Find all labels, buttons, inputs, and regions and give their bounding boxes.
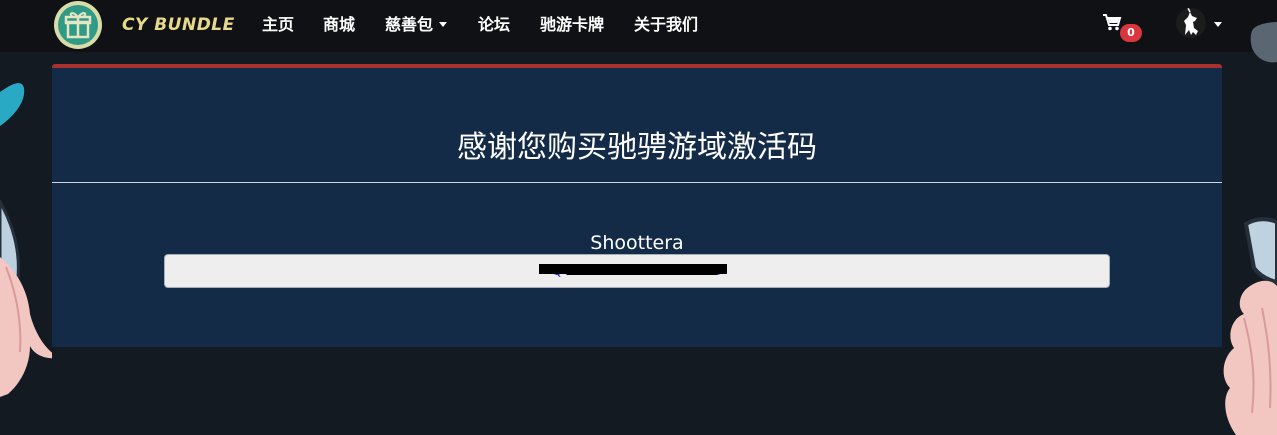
nav-home[interactable]: 主页	[262, 12, 294, 38]
left-decoration-art	[0, 83, 52, 397]
nav-charity-bundle-label: 慈善包	[385, 15, 434, 34]
right-decoration-art	[1223, 22, 1277, 435]
nav-forum[interactable]: 论坛	[478, 12, 510, 38]
nav-store-label: 商城	[323, 15, 356, 34]
nav-store[interactable]: 商城	[323, 12, 355, 38]
activation-code-panel: 感谢您购买驰骋游域激活码 Shoottera Q7EMB-AB3HF-VRE4G	[52, 64, 1222, 347]
brand-logo-gift-icon[interactable]	[54, 1, 102, 49]
unicorn-avatar-icon	[1184, 8, 1198, 35]
user-avatar[interactable]	[1176, 8, 1206, 38]
title-divider	[52, 182, 1222, 183]
activation-code-field[interactable]: Q7EMB-AB3HF-VRE4G	[164, 254, 1110, 288]
redaction-bar-lower	[567, 270, 717, 275]
nav-cards[interactable]: 驰游卡牌	[540, 12, 604, 38]
user-menu-chevron-down-icon[interactable]	[1214, 22, 1222, 27]
nav-charity-bundle[interactable]: 慈善包	[385, 12, 448, 38]
nav-home-label: 主页	[262, 15, 295, 34]
nav-about[interactable]: 关于我们	[634, 12, 698, 38]
cart-button[interactable]: 0	[1102, 13, 1144, 43]
page-title: 感谢您购买驰骋游域激活码	[457, 130, 817, 165]
cart-icon	[1103, 14, 1122, 31]
top-navbar: CY BUNDLE 主页 商城 慈善包 论坛 驰游卡牌 关于我们 0	[0, 0, 1277, 52]
nav-forum-label: 论坛	[478, 15, 511, 34]
brand-name[interactable]: CY BUNDLE	[122, 12, 235, 38]
nav-cards-label: 驰游卡牌	[540, 15, 605, 34]
game-name: Shoottera	[590, 232, 684, 254]
nav-about-label: 关于我们	[634, 15, 699, 34]
chevron-down-icon	[439, 22, 448, 27]
cart-count-badge: 0	[1120, 24, 1142, 42]
